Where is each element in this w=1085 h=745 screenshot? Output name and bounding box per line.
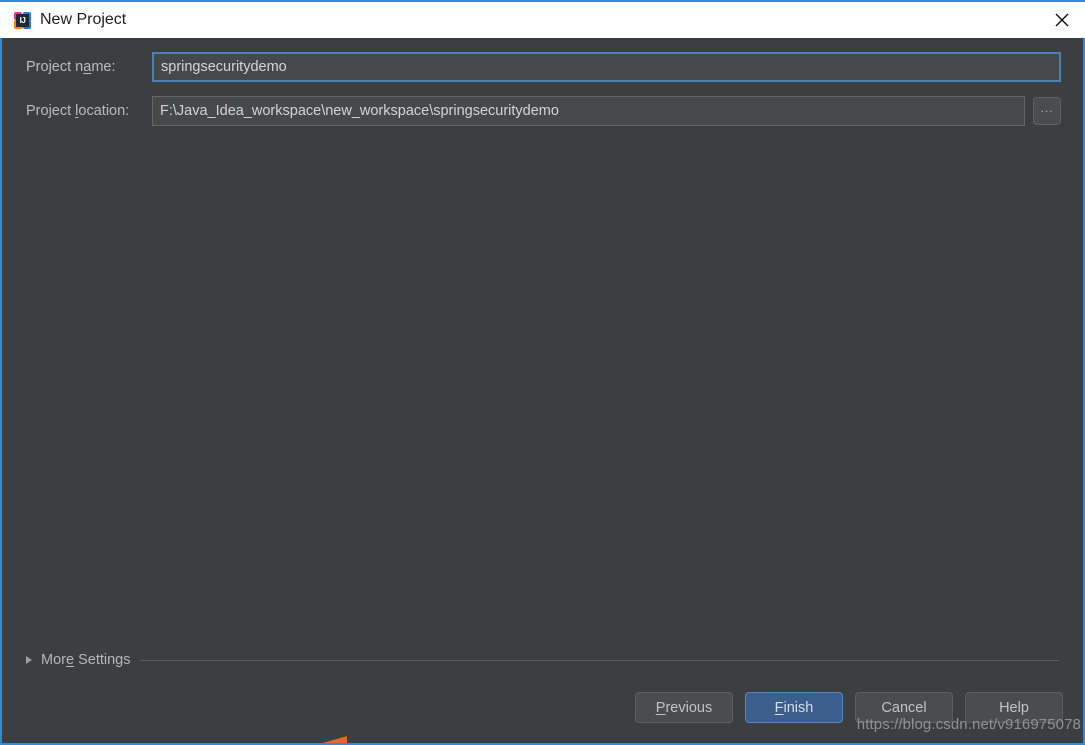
previous-button-mnemonic: P xyxy=(655,699,666,716)
previous-button-label-after: revious xyxy=(665,699,713,716)
project-name-label-text-before: Project n xyxy=(26,59,84,75)
intellij-idea-icon: IJ xyxy=(14,11,31,29)
more-settings-label-mnemonic: e xyxy=(65,652,75,668)
ellipsis-icon: ... xyxy=(1040,100,1054,115)
cancel-button-label: Cancel xyxy=(881,699,927,716)
project-location-row: Project location: F:\Java_Idea_workspace… xyxy=(26,96,1061,126)
project-location-label: Project location: xyxy=(26,103,152,119)
more-settings-label-text-before: Mor xyxy=(41,652,66,668)
project-location-label-text-before: Project xyxy=(26,103,76,119)
finish-button[interactable]: Finish xyxy=(745,692,843,723)
finish-button-label-after: inish xyxy=(783,699,814,716)
close-button[interactable] xyxy=(1039,2,1085,38)
project-location-label-text-after: ocation: xyxy=(78,103,130,119)
watermark-text: https://blog.csdn.net/v916975078 xyxy=(856,716,1081,733)
more-settings-label: More Settings xyxy=(41,652,130,668)
intellij-icon-letters: IJ xyxy=(19,15,26,25)
project-name-label: Project name: xyxy=(26,59,152,75)
bottom-edge-artifact xyxy=(292,736,352,743)
more-settings-separator xyxy=(140,659,1059,661)
title-bar-left: IJ New Project xyxy=(0,11,1039,29)
dialog-body: Project name: springsecuritydemo Project… xyxy=(0,38,1085,745)
title-bar: IJ New Project xyxy=(0,0,1085,38)
browse-button[interactable]: ... xyxy=(1033,97,1061,125)
new-project-dialog: IJ New Project Project name: springsecur… xyxy=(0,0,1085,745)
close-icon xyxy=(1055,13,1069,27)
more-settings-section[interactable]: More Settings xyxy=(26,652,1059,668)
help-button-label: Help xyxy=(999,699,1029,716)
chevron-right-icon[interactable] xyxy=(26,656,32,664)
more-settings-label-text-after: Settings xyxy=(74,652,131,668)
project-location-input[interactable]: F:\Java_Idea_workspace\new_workspace\spr… xyxy=(152,96,1025,126)
project-name-label-text-after: me: xyxy=(91,59,116,75)
window-title: New Project xyxy=(40,11,127,28)
finish-button-mnemonic: F xyxy=(774,699,784,716)
project-name-input[interactable]: springsecuritydemo xyxy=(152,52,1061,82)
previous-button[interactable]: Previous xyxy=(635,692,733,723)
project-name-row: Project name: springsecuritydemo xyxy=(26,52,1061,82)
